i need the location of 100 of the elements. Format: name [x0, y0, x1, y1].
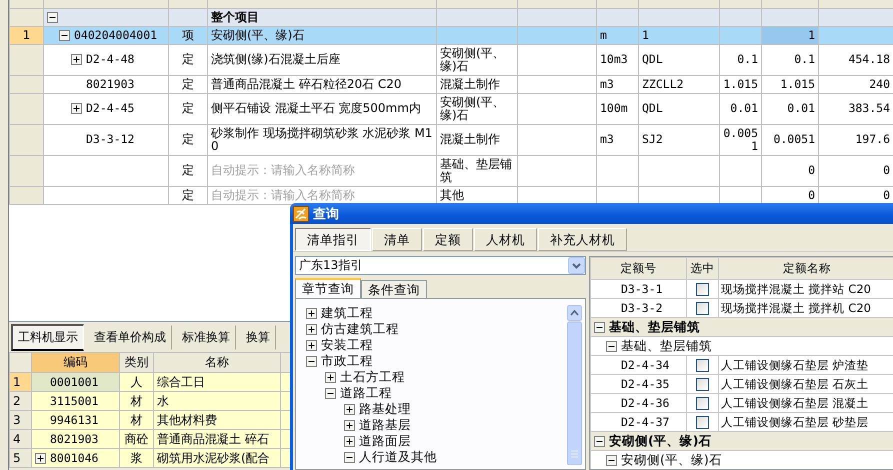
tab[interactable]: 清单指引 — [295, 228, 371, 251]
table-cell — [762, 8, 818, 26]
column-header[interactable]: 类别 — [120, 352, 154, 372]
tab[interactable]: 清单 — [372, 228, 422, 251]
scrollbar[interactable] — [567, 305, 582, 465]
collapse-icon[interactable] — [306, 356, 317, 366]
column-header[interactable]: 名称 — [154, 352, 280, 372]
tree-item[interactable]: 道路面层 — [359, 432, 411, 450]
checkbox[interactable] — [696, 397, 709, 410]
table-cell: D2-4-48 — [44, 44, 168, 75]
dropdown-icon[interactable] — [568, 257, 585, 274]
table-cell: 1 — [638, 26, 720, 44]
expand-icon[interactable] — [71, 54, 82, 65]
tab[interactable]: 查看单价构成 — [88, 324, 172, 350]
table-cell: 侧平石铺设 混凝土平石 宽度500mm内 — [208, 93, 436, 124]
table-cell: 0.01 — [720, 93, 762, 124]
table-cell: 现场搅拌混凝土 搅拌站 C20 — [718, 280, 893, 298]
table-cell: 安砌侧(平、缘)石 — [208, 26, 436, 44]
table-cell: 0 — [762, 155, 818, 186]
tree-item[interactable]: 道路工程 — [340, 384, 392, 402]
tree-item[interactable]: 仿古建筑工程 — [321, 320, 399, 338]
tree-item[interactable]: 土石方工程 — [340, 368, 405, 386]
table-cell: D2-4-45 — [44, 93, 168, 124]
table-cell: m — [596, 26, 638, 44]
table-cell: 定 — [168, 124, 208, 155]
tab[interactable]: 条件查询 — [361, 280, 427, 298]
table-cell: 安砌侧(平、缘)石 — [436, 93, 518, 124]
collapse-icon[interactable] — [606, 340, 617, 352]
collapse-icon[interactable] — [594, 436, 605, 446]
tab[interactable]: 补充人材机 — [538, 228, 627, 251]
table-cell: 混凝土制作 — [436, 124, 518, 155]
expand-icon[interactable] — [344, 404, 355, 414]
tree-item[interactable]: 建筑工程 — [321, 304, 373, 322]
expand-icon[interactable] — [325, 372, 336, 382]
row-number: 1 — [10, 372, 32, 392]
checkbox[interactable] — [696, 283, 709, 296]
column-header[interactable]: 编码 — [32, 352, 120, 372]
table-cell: 砌筑用水泥砂浆(配合 — [154, 448, 280, 468]
tab[interactable]: 换算 — [240, 324, 276, 350]
table-cell: D2-4-37 — [590, 412, 686, 432]
tree-item[interactable]: 道路基层 — [359, 416, 411, 434]
collapse-icon[interactable] — [606, 454, 617, 466]
expand-icon[interactable] — [306, 324, 317, 334]
collapse-icon[interactable] — [325, 388, 336, 398]
expand-icon[interactable] — [71, 103, 82, 114]
expand-icon[interactable] — [344, 420, 355, 430]
table-cell: QDL — [638, 44, 720, 75]
table-cell: 0.1 — [762, 44, 818, 75]
column-header[interactable]: 定额号 — [590, 258, 686, 280]
table-cell: 人 — [120, 372, 154, 392]
table-cell: 454.18 — [818, 44, 893, 75]
collapse-icon[interactable] — [594, 322, 605, 332]
table-cell: 项 — [168, 26, 208, 44]
tree-item[interactable]: 人行道及其他 — [359, 448, 437, 466]
checkbox[interactable] — [696, 416, 709, 430]
expand-icon[interactable] — [35, 452, 46, 464]
table-cell: 材 — [120, 392, 154, 410]
expand-icon[interactable] — [306, 308, 317, 318]
table-cell: 0 — [818, 155, 893, 186]
row-number: 4 — [10, 430, 32, 448]
column-header[interactable]: 定额名称 — [718, 258, 893, 280]
table-cell: 综合工日 — [154, 372, 280, 392]
table-cell: 普通商品混凝土 碎石粒径20石 C20 — [208, 75, 436, 93]
table-cell: 240 — [818, 75, 893, 93]
table-cell: 383.54 — [818, 93, 893, 124]
tree-item[interactable]: 安装工程 — [321, 336, 373, 354]
table-cell: 1.015 — [762, 75, 818, 93]
tab[interactable]: 定额 — [423, 228, 473, 251]
table-cell: 定 — [168, 75, 208, 93]
tab[interactable]: 章节查询 — [295, 278, 361, 298]
checkbox[interactable] — [696, 378, 709, 392]
table-cell: 0.0051 — [762, 124, 818, 155]
table-cell: 1.015 — [720, 75, 762, 93]
column-header[interactable]: 选中 — [686, 258, 718, 280]
table-cell: 0.01 — [762, 93, 818, 124]
table-cell: 基础、垫层铺筑 — [436, 155, 518, 186]
table-cell: 人工铺设侧缘石垫层 混凝土 — [718, 394, 893, 412]
checkbox[interactable] — [696, 302, 709, 316]
checkbox[interactable] — [696, 359, 709, 372]
collapse-icon[interactable] — [344, 452, 355, 462]
table-cell: D3-3-1 — [590, 280, 686, 298]
tab[interactable]: 标准换算 — [176, 324, 236, 350]
table-cell: m3 — [596, 124, 638, 155]
expand-icon[interactable] — [344, 436, 355, 446]
tree-item[interactable]: 路基处理 — [359, 400, 411, 418]
tab[interactable]: 人材机 — [474, 228, 537, 251]
table-cell: D2-4-35 — [590, 374, 686, 394]
tab[interactable]: 工料机显示 — [11, 324, 84, 350]
collapse-icon[interactable] — [59, 30, 70, 40]
table-cell: m3 — [596, 75, 638, 93]
tree-item[interactable]: 市政工程 — [321, 352, 373, 370]
guide-select[interactable]: 广东13指引 — [295, 256, 586, 275]
table-cell: 人工铺设侧缘石垫层 炉渣垫 — [718, 356, 893, 374]
collapse-icon[interactable] — [47, 12, 58, 22]
expand-icon[interactable] — [306, 340, 317, 350]
app-icon — [293, 206, 309, 222]
table-cell: 材 — [120, 410, 154, 430]
table-cell: 砂浆制作 现场搅拌砌筑砂浆 水泥砂浆 M10 — [208, 124, 436, 155]
table-cell: D2-4-34 — [590, 356, 686, 374]
table-cell: 0001001 — [32, 372, 120, 392]
